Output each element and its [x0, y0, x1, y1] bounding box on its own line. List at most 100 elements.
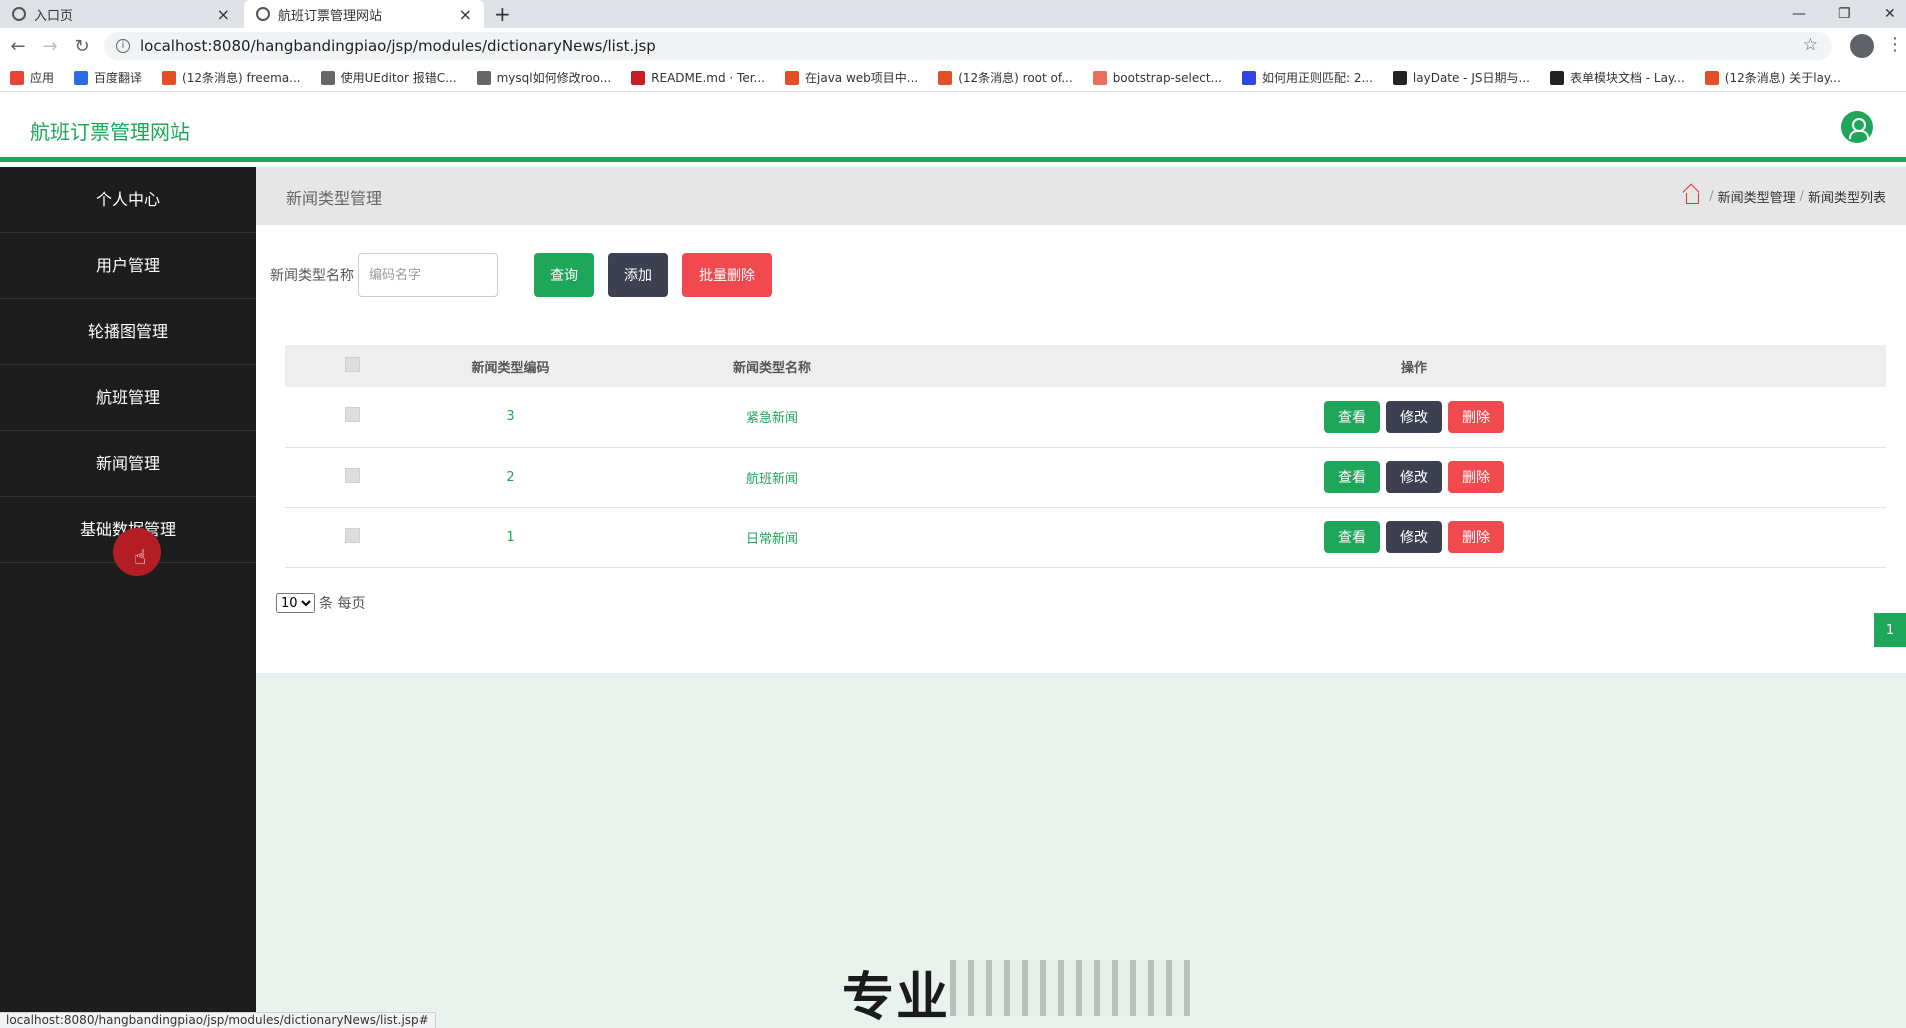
search-label: 新闻类型名称: [270, 268, 354, 284]
cell-code: 1: [506, 529, 515, 545]
bookmark-item[interactable]: (12条消息) 关于lay...: [1704, 69, 1841, 86]
edit-button[interactable]: 修改: [1386, 461, 1442, 493]
close-icon[interactable]: ×: [459, 5, 472, 24]
tab-title: 入口页: [34, 8, 74, 24]
layui-icon: [1549, 70, 1564, 85]
bookmark-star-icon[interactable]: ☆: [1803, 35, 1818, 55]
back-icon[interactable]: ←: [4, 36, 32, 57]
bookmark-item[interactable]: 表单模块文档 - Lay...: [1549, 69, 1685, 86]
profile-icon[interactable]: [1850, 34, 1874, 58]
sidebar-item-flights[interactable]: 航班管理: [0, 365, 256, 431]
user-avatar-icon[interactable]: [1841, 111, 1873, 143]
search-input[interactable]: [358, 253, 498, 297]
app-header: 航班订票管理网站: [0, 92, 1906, 162]
apps-grid-icon: [10, 70, 24, 85]
table-row: 1 日常新闻 查看 修改 删除: [285, 507, 1886, 567]
column-header: 新闻类型编码: [471, 360, 550, 376]
tab-title: 航班订票管理网站: [278, 8, 383, 24]
bookmark-label: (12条消息) freema...: [182, 71, 301, 85]
bookmark-label: 表单模块文档 - Lay...: [1569, 71, 1685, 85]
baidu-icon: [1241, 70, 1256, 85]
baidu-translate-icon: [74, 70, 89, 85]
breadcrumb: / 新闻类型管理 / 新闻类型列表: [1686, 187, 1886, 206]
page-header: 新闻类型管理 / 新闻类型管理 / 新闻类型列表: [256, 167, 1906, 225]
batch-delete-button[interactable]: 批量删除: [682, 253, 772, 297]
sidebar-item-users[interactable]: 用户管理: [0, 233, 256, 299]
bookmark-item[interactable]: (12条消息) freema...: [162, 69, 301, 86]
forward-icon[interactable]: →: [36, 36, 64, 57]
row-checkbox[interactable]: [344, 407, 360, 423]
cell-name: 日常新闻: [745, 531, 798, 547]
main-content: 新闻类型管理 / 新闻类型管理 / 新闻类型列表 新闻类型名称 查询 添加 批量…: [256, 167, 1906, 673]
pagination-size: 10 条 每页: [276, 593, 365, 613]
csdn-icon: [1704, 70, 1719, 85]
url-text: localhost:8080/hangbandingpiao/jsp/modul…: [140, 37, 656, 55]
new-tab-icon[interactable]: +: [494, 2, 511, 26]
cell-code: 3: [506, 409, 515, 425]
page-size-select[interactable]: 10: [276, 593, 315, 613]
bookmark-item[interactable]: 百度翻译: [74, 69, 142, 86]
address-bar[interactable]: i localhost:8080/hangbandingpiao/jsp/mod…: [104, 32, 1832, 60]
restore-icon[interactable]: ❐: [1838, 0, 1851, 28]
view-button[interactable]: 查看: [1324, 521, 1380, 553]
browser-toolbar: ← → ↻ i localhost:8080/hangbandingpiao/j…: [0, 28, 1906, 64]
browser-tab-strip: 入口页 × 航班订票管理网站 × + — ❐ ✕: [0, 0, 1906, 28]
breadcrumb-item[interactable]: 新闻类型管理: [1718, 187, 1796, 206]
close-icon[interactable]: ×: [217, 5, 230, 24]
link-icon: [320, 70, 335, 85]
delete-button[interactable]: 删除: [1448, 521, 1504, 553]
add-button[interactable]: 添加: [608, 253, 668, 297]
jianshu-icon: [1092, 70, 1107, 85]
hand-cursor-icon: ☝: [134, 545, 147, 569]
bookmark-item[interactable]: layDate - JS日期与...: [1392, 69, 1530, 86]
delete-button[interactable]: 删除: [1448, 400, 1504, 433]
bookmark-label: layDate - JS日期与...: [1412, 71, 1530, 85]
minimize-icon[interactable]: —: [1792, 0, 1806, 28]
globe-icon: [12, 7, 26, 21]
bookmark-item[interactable]: README.md · Ter...: [631, 70, 765, 85]
cell-name: 航班新闻: [745, 471, 798, 487]
info-icon[interactable]: i: [116, 39, 130, 53]
csdn-icon: [938, 70, 953, 85]
breadcrumb-separator: /: [1709, 189, 1714, 204]
bookmark-item[interactable]: (12条消息) root of...: [938, 69, 1073, 86]
more-menu-icon[interactable]: ⋮: [1886, 34, 1904, 55]
bookmark-label: 应用: [30, 71, 55, 85]
sidebar-item-news[interactable]: 新闻管理: [0, 431, 256, 497]
view-button[interactable]: 查看: [1324, 461, 1380, 493]
sidebar-item-carousel[interactable]: 轮播图管理: [0, 299, 256, 365]
select-all-checkbox[interactable]: [344, 356, 360, 372]
sidebar-item-personal-center[interactable]: 个人中心: [0, 167, 256, 233]
bookmark-item[interactable]: 在java web项目中...: [785, 69, 918, 86]
bookmark-item[interactable]: bootstrap-select...: [1092, 70, 1222, 85]
gitee-icon: [631, 70, 646, 85]
window-close-icon[interactable]: ✕: [1884, 0, 1896, 28]
globe-icon: [256, 7, 270, 21]
row-checkbox[interactable]: [344, 467, 360, 483]
view-button[interactable]: 查看: [1324, 400, 1380, 433]
bookmark-item[interactable]: 使用UEditor 报错C...: [320, 69, 457, 86]
table-row: 2 航班新闻 查看 修改 删除: [285, 447, 1886, 507]
search-form: 新闻类型名称 查询 添加 批量删除: [270, 253, 772, 297]
reload-icon[interactable]: ↻: [68, 36, 96, 57]
bookmark-label: 如何用正则匹配: 2...: [1261, 71, 1373, 85]
bookmark-item[interactable]: 如何用正则匹配: 2...: [1241, 69, 1373, 86]
page-size-label: 条 每页: [319, 596, 366, 612]
browser-tab-active[interactable]: 航班订票管理网站 ×: [244, 0, 484, 28]
row-checkbox[interactable]: [344, 527, 360, 543]
bookmark-label: 百度翻译: [94, 71, 143, 85]
sidebar: 个人中心 用户管理 轮播图管理 航班管理 新闻管理 基础数据管理: [0, 167, 256, 1028]
bookmark-label: 使用UEditor 报错C...: [340, 71, 457, 85]
browser-tab[interactable]: 入口页 ×: [0, 0, 242, 28]
page-number-current[interactable]: 1: [1874, 613, 1906, 647]
bookmark-label: mysql如何修改roo...: [496, 71, 612, 85]
bookmark-item[interactable]: mysql如何修改roo...: [476, 69, 612, 86]
query-button[interactable]: 查询: [534, 253, 594, 297]
home-icon[interactable]: [1686, 193, 1700, 204]
bookmark-item[interactable]: 应用: [10, 69, 54, 86]
delete-button[interactable]: 删除: [1448, 461, 1504, 493]
bookmarks-bar: 应用 百度翻译 (12条消息) freema... 使用UEditor 报错C... m…: [0, 64, 1906, 92]
edit-button[interactable]: 修改: [1386, 400, 1442, 433]
cell-actions: 查看 修改 删除: [942, 387, 1886, 447]
edit-button[interactable]: 修改: [1386, 521, 1442, 553]
